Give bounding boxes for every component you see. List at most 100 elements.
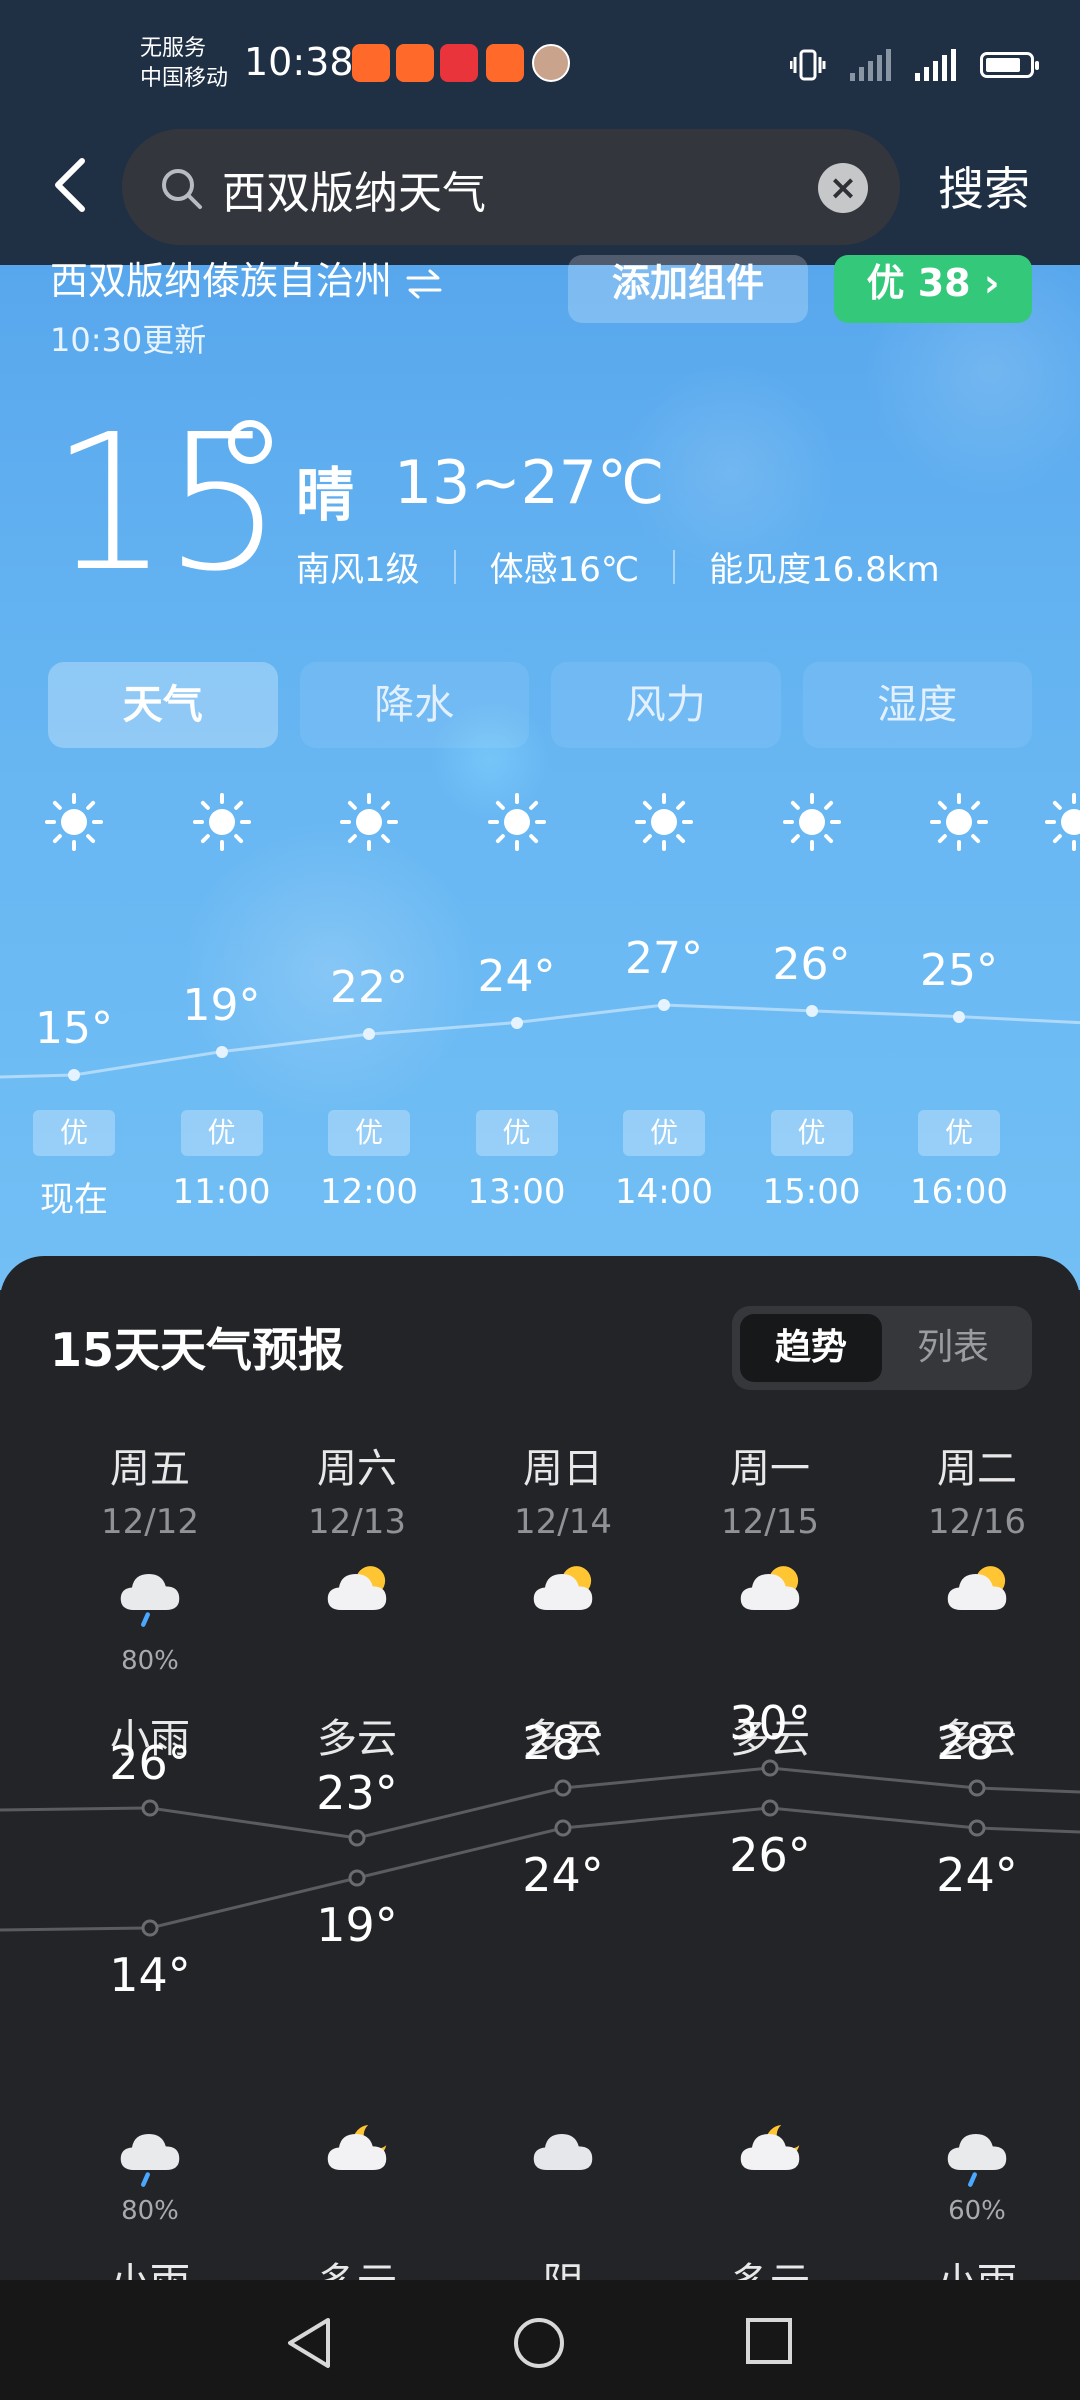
high-temperature: 26° — [109, 1736, 191, 1790]
hour-column: 25° 优 16:00 — [885, 790, 1033, 1230]
rain-cloud-icon — [114, 1556, 186, 1632]
cloud-icon — [527, 2116, 599, 2192]
forecast-day[interactable]: 周日12/14多云28°24°阴 — [463, 1256, 663, 2306]
rain-cloud-icon — [941, 2116, 1013, 2192]
high-temperature: 28° — [936, 1716, 1018, 1770]
feels-like-info: 体感16℃ — [489, 550, 640, 590]
temperature-point — [215, 1045, 228, 1058]
app-notification-icon — [440, 44, 478, 82]
nav-back-icon[interactable] — [284, 2316, 334, 2370]
hour-time: 12:00 — [320, 1172, 418, 1212]
clear-search-icon[interactable]: × — [818, 163, 868, 213]
sun-icon — [337, 790, 401, 858]
high-temperature: 30° — [729, 1696, 811, 1750]
cloudy-night-icon — [321, 2116, 393, 2192]
system-nav-bar — [0, 2280, 1080, 2400]
tab-weather[interactable]: 天气 — [48, 662, 278, 748]
temperature-point — [658, 999, 670, 1011]
rain-cloud-icon — [114, 2116, 186, 2192]
aqi-badge[interactable]: 优 38 › — [834, 255, 1032, 323]
add-widget-button[interactable]: 添加组件 — [568, 255, 808, 323]
day-name: 周五 — [110, 1446, 190, 1492]
hour-column: 19° 优 11:00 — [148, 790, 296, 1230]
sun-icon — [190, 790, 254, 858]
hour-temperature: 24° — [477, 950, 556, 1002]
day-date: 12/16 — [928, 1502, 1026, 1542]
hour-time: 16:00 — [910, 1172, 1008, 1212]
back-arrow-icon[interactable] — [50, 157, 90, 213]
nav-recents-icon[interactable] — [744, 2316, 794, 2366]
current-details: 南风1级 体感16℃ 能见度16.8km — [296, 542, 940, 591]
degree-symbol — [228, 420, 272, 464]
night-precip-chance: 80% — [121, 2196, 179, 2226]
day-name: 周一 — [730, 1446, 810, 1492]
top-bar: 无服务 中国移动 10:38 西双版纳天气 × 搜索 — [0, 0, 1080, 265]
sun-icon — [927, 790, 991, 858]
hour-time: 15:00 — [762, 1172, 861, 1212]
sun-icon — [485, 790, 549, 858]
hour-temperature: 22° — [330, 962, 408, 1014]
hour-column: 26° 优 15:00 — [738, 790, 886, 1230]
forecast-day[interactable]: 周六12/13多云23°19°多云 — [257, 1256, 457, 2306]
search-icon — [162, 169, 202, 209]
hour-column: 27° 优 14:00 — [590, 790, 738, 1230]
hour-temperature: 27° — [625, 933, 703, 984]
search-input[interactable]: 西双版纳天气 × — [122, 129, 900, 245]
location-name[interactable]: 西双版纳傣族自治州 — [50, 250, 444, 305]
forecast-day[interactable]: 周二12/16多云28°24°60%小雨 — [877, 1256, 1077, 2306]
tab-humidity[interactable]: 湿度 — [802, 662, 1032, 748]
hour-column: 24° 优 13:00 — [443, 790, 591, 1230]
hour-time: 14:00 — [615, 1172, 713, 1212]
low-temperature: 19° — [316, 1898, 398, 1952]
hour-temperature: 15° — [35, 1003, 113, 1054]
low-temperature: 24° — [936, 1848, 1018, 1902]
cloudy-night-icon — [734, 2116, 806, 2192]
forecast-day[interactable]: 周一12/15多云30°26°多云 — [670, 1256, 870, 2306]
hour-temperature: 19° — [182, 979, 261, 1031]
app-notification-icon — [486, 44, 524, 82]
carrier-info: 无服务 中国移动 — [140, 34, 228, 94]
day-date: 12/14 — [514, 1502, 612, 1542]
tab-precipitation[interactable]: 降水 — [299, 662, 529, 748]
hour-temperature: 26° — [772, 938, 851, 990]
update-time: 10:30更新 — [50, 321, 207, 359]
nav-home-icon[interactable] — [512, 2316, 566, 2370]
sun-icon — [42, 790, 106, 858]
signal-sim1-icon — [850, 49, 891, 81]
temperature-point — [805, 1004, 818, 1017]
low-temperature: 24° — [522, 1848, 604, 1902]
high-temperature: 28° — [522, 1716, 604, 1770]
low-temperature: 26° — [729, 1828, 811, 1882]
day-name: 周二 — [937, 1446, 1017, 1492]
day-precip-chance: 80% — [121, 1646, 179, 1676]
air-quality-badge: 优 — [475, 1110, 558, 1156]
search-row: 西双版纳天气 × 搜索 — [0, 125, 1080, 245]
day-name: 周六 — [317, 1446, 397, 1492]
temperature-point — [68, 1069, 80, 1081]
carrier-name: 中国移动 — [140, 66, 229, 91]
forecast-panel: 15天天气预报 趋势 列表 周五12/1280%小雨26°14°80%小雨周六1… — [0, 1256, 1080, 2306]
day-date: 12/13 — [308, 1502, 406, 1542]
tab-wind[interactable]: 风力 — [551, 662, 781, 748]
forecast-day[interactable]: 周五12/1280%小雨26°14°80%小雨 — [50, 1256, 250, 2306]
temperature-point — [953, 1010, 965, 1023]
sun-icon — [632, 790, 696, 858]
hour-column: 22° 优 12:00 — [295, 790, 443, 1230]
day-date: 12/15 — [721, 1502, 819, 1542]
carrier-service: 无服务 — [140, 36, 207, 61]
sun-icon — [1042, 790, 1080, 858]
status-time: 10:38 — [244, 40, 354, 84]
partly-cloudy-icon — [321, 1556, 393, 1632]
switch-arrows-icon — [406, 269, 442, 298]
air-quality-badge: 优 — [328, 1110, 410, 1156]
night-precip-chance: 60% — [948, 2196, 1006, 2226]
search-query-text: 西双版纳天气 — [222, 168, 486, 219]
visibility-info: 能见度16.8km — [709, 550, 940, 590]
temperature-point — [510, 1016, 523, 1029]
day-name: 周日 — [523, 1446, 603, 1492]
signal-5g-icon — [915, 49, 956, 81]
divider — [453, 549, 456, 584]
search-button[interactable]: 搜索 — [938, 153, 1030, 219]
hourly-forecast[interactable]: 15° 优现在 19° 优 11:00 22° 优 12:00 24° 优 13:00 27° 优 14:… — [0, 790, 1080, 1230]
air-quality-badge: 优 — [623, 1110, 705, 1156]
